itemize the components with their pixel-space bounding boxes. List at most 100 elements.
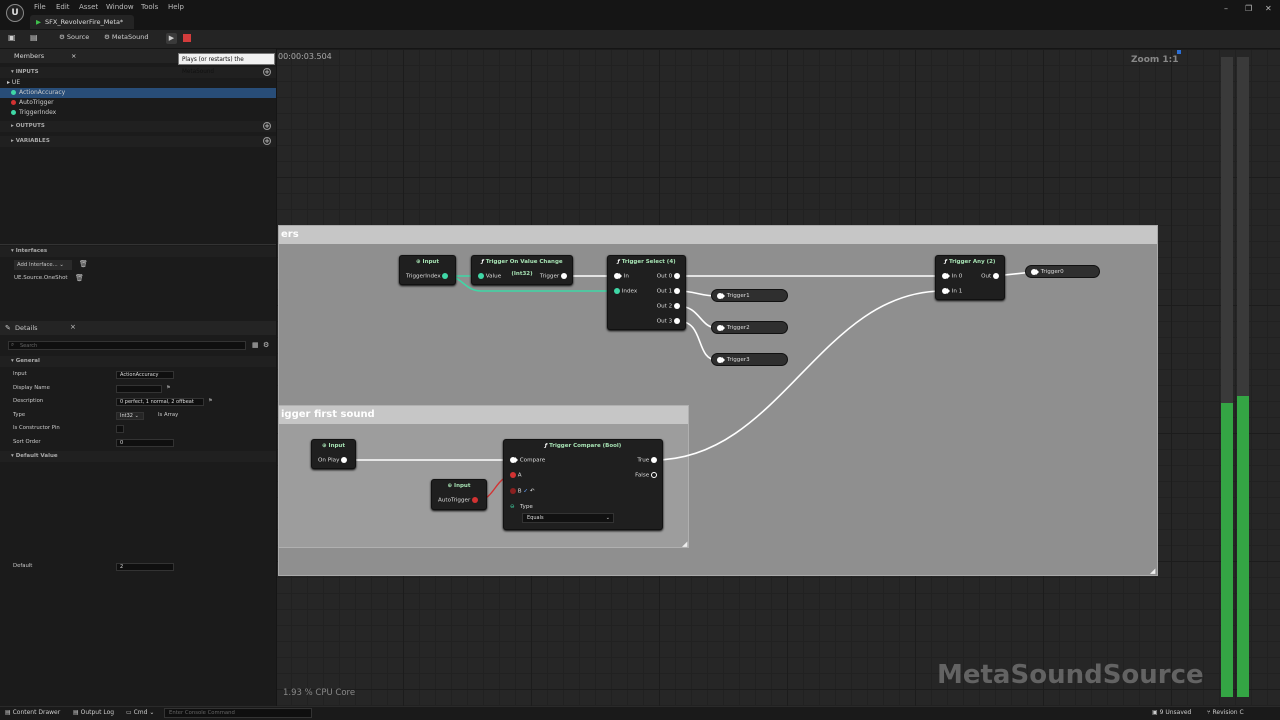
pin-label: Trigger3 <box>726 357 750 363</box>
node-title: ƒ Trigger On Value Change (Int32) <box>472 256 572 277</box>
chevron-down-icon: ⌄ <box>605 515 610 521</box>
content-drawer-label: Content Drawer <box>12 709 61 716</box>
function-icon: ƒ <box>617 259 620 265</box>
type-dropdown[interactable]: Equals ⌄ <box>522 513 614 523</box>
pin-out-3[interactable]: Out 3 <box>657 318 680 325</box>
pin-trigger-icon[interactable] <box>651 472 657 478</box>
revision-icon: ⑂ <box>1207 709 1211 716</box>
pin-auto-trigger[interactable]: AutoTrigger <box>438 497 479 504</box>
log-icon: ▤ <box>73 709 79 716</box>
output-node-trigger1[interactable]: Trigger1 <box>711 289 788 302</box>
pin-bool-icon[interactable] <box>472 497 479 503</box>
node-title: ⊕ Input <box>312 440 355 452</box>
node-title: ⊕ Input <box>432 480 486 492</box>
audio-meters <box>1195 50 1265 698</box>
pin-in-1[interactable]: In 1 <box>942 288 962 295</box>
node-title-text: Input <box>422 259 439 265</box>
pin-int-icon[interactable] <box>478 273 484 279</box>
pin-trigger-icon[interactable] <box>674 273 680 279</box>
play-tooltip: Plays (or restarts) the MetaSound <box>178 53 275 75</box>
pin-int-icon[interactable] <box>614 288 620 294</box>
pin-true[interactable]: True <box>637 457 657 464</box>
meter-right-level <box>1237 396 1249 697</box>
pin-label: Out 0 <box>656 273 673 280</box>
pin-false[interactable]: False <box>635 472 657 479</box>
pin-trigger-icon[interactable] <box>993 273 999 279</box>
console-input[interactable]: Enter Console Command <box>164 708 312 718</box>
output-log-button[interactable]: ▤ Output Log <box>73 709 114 716</box>
type-pin-icon[interactable]: ⊖ <box>510 504 515 510</box>
content-drawer-button[interactable]: ▤ Content Drawer <box>5 709 60 716</box>
checkbox-checked-icon[interactable]: ✓ <box>523 489 528 495</box>
pin-value[interactable]: Value <box>478 273 501 280</box>
output-node-trigger3[interactable]: Trigger3 <box>711 353 788 366</box>
pin-out-2[interactable]: Out 2 <box>657 303 680 310</box>
pin-a[interactable]: A <box>510 472 522 479</box>
function-icon: ƒ <box>944 259 947 265</box>
node-input-on-play[interactable]: ⊕ Input On Play <box>311 439 356 469</box>
pin-label: True <box>637 457 650 464</box>
pin-label: Value <box>485 273 502 280</box>
revision-control-button[interactable]: ⑂ Revision C <box>1207 709 1244 716</box>
cmd-label: Cmd <box>133 709 148 716</box>
pin-out-1[interactable]: Out 1 <box>657 288 680 295</box>
pin-trigger-out[interactable]: Trigger <box>540 273 567 280</box>
pin-compare[interactable]: Compare <box>510 457 545 464</box>
type-value: Equals <box>527 515 544 521</box>
pin-int-icon[interactable] <box>442 273 449 279</box>
drawer-icon: ▤ <box>5 709 11 716</box>
pin-label: Out <box>981 273 992 280</box>
node-input-trigger-index[interactable]: ⊕ Input TriggerIndex <box>399 255 456 285</box>
node-title: ƒ Trigger Compare (Bool) <box>504 440 662 452</box>
pin-trigger-icon[interactable] <box>674 288 680 294</box>
output-log-label: Output Log <box>80 709 115 716</box>
pin-on-play[interactable]: On Play <box>318 457 348 464</box>
node-trigger-any[interactable]: ƒ Trigger Any (2) In 0 In 1 Out <box>935 255 1005 300</box>
pin-in[interactable]: In <box>614 273 629 280</box>
pin-trigger-index[interactable]: TriggerIndex <box>406 273 449 280</box>
pin-label: Out 2 <box>656 303 673 310</box>
pin-trigger-icon[interactable] <box>674 303 680 309</box>
node-trigger-select[interactable]: ƒ Trigger Select (4) In Index Out 0 Out 1… <box>607 255 686 330</box>
pin-trigger-icon[interactable] <box>341 457 348 463</box>
unsaved-label: 9 Unsaved <box>1159 709 1192 716</box>
pin-label: Index <box>621 288 638 295</box>
cmd-dropdown[interactable]: ▭ Cmd ⌄ <box>126 709 154 716</box>
node-title: ⊕ Input <box>400 256 455 268</box>
input-node-icon: ⊕ <box>447 483 453 489</box>
pin-out-0[interactable]: Out 0 <box>657 273 680 280</box>
pin-out[interactable]: Out <box>981 273 999 280</box>
graph-wires <box>347 271 1034 501</box>
blue-marker <box>1177 50 1181 54</box>
meter-right <box>1237 57 1249 697</box>
pin-label: Out 3 <box>656 318 673 325</box>
node-trigger-compare[interactable]: ƒ Trigger Compare (Bool) Compare A B ✓ ↶ … <box>503 439 663 530</box>
node-input-auto-trigger[interactable]: ⊕ Input AutoTrigger <box>431 479 487 510</box>
pin-trigger-icon[interactable] <box>651 457 657 463</box>
pin-label: In <box>623 273 629 280</box>
output-node-trigger2[interactable]: Trigger2 <box>711 321 788 334</box>
console-placeholder: Enter Console Command <box>169 710 235 716</box>
pin-index[interactable]: Index <box>614 288 637 295</box>
reset-icon[interactable]: ↶ <box>530 489 535 495</box>
unsaved-button[interactable]: ▣ 9 Unsaved <box>1152 709 1191 716</box>
pin-bool-icon[interactable] <box>510 488 516 494</box>
graph-watermark: MetaSoundSource <box>937 660 1204 690</box>
unsaved-icon: ▣ <box>1152 709 1158 716</box>
pin-label: In 0 <box>951 273 963 280</box>
pin-bool-icon[interactable] <box>510 472 516 478</box>
pin-in-0[interactable]: In 0 <box>942 273 962 280</box>
wire-trigger <box>653 290 944 461</box>
output-node-trigger0[interactable]: Trigger0 <box>1025 265 1100 278</box>
node-trigger-on-value-change[interactable]: ƒ Trigger On Value Change (Int32) Value T… <box>471 255 573 285</box>
pin-trigger-icon[interactable] <box>561 273 567 279</box>
function-icon: ƒ <box>544 443 548 449</box>
node-title: ƒ Trigger Select (4) <box>608 256 685 268</box>
node-title-text: Input <box>454 483 471 489</box>
input-node-icon: ⊕ <box>322 443 327 449</box>
pin-label: A <box>517 472 522 479</box>
pin-label: Compare <box>519 457 546 464</box>
pin-trigger-icon[interactable] <box>674 318 680 324</box>
meter-left <box>1221 57 1233 697</box>
pin-b[interactable]: B ✓ ↶ <box>510 488 535 495</box>
